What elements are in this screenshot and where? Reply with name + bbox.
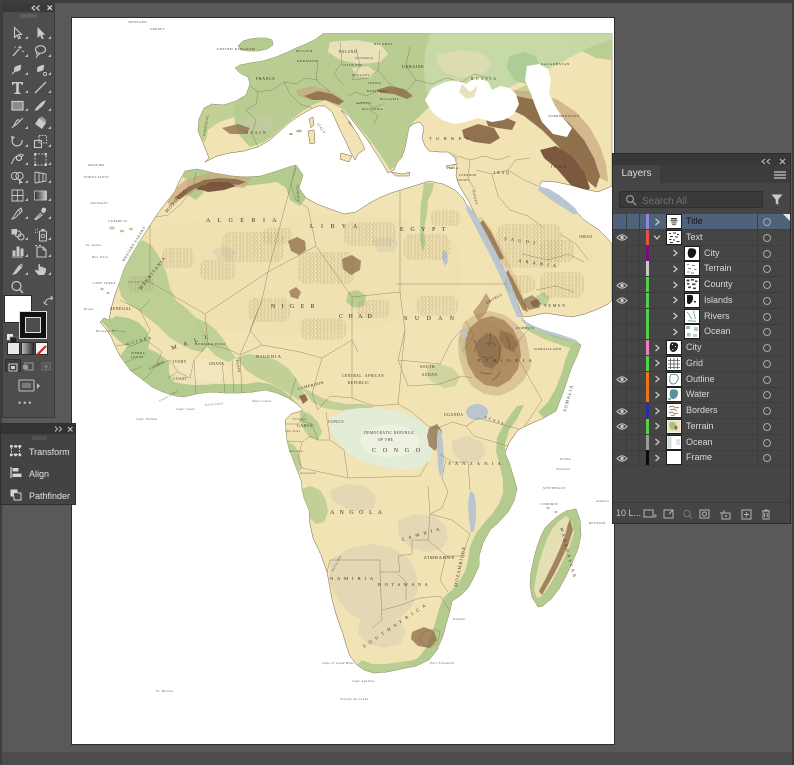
svg-text:CZECH REP.: CZECH REP. bbox=[342, 64, 363, 67]
svg-text:St. Helena: St. Helena bbox=[156, 689, 173, 693]
svg-text:Durban: Durban bbox=[452, 617, 465, 621]
svg-text:CAPE VERDE: CAPE VERDE bbox=[93, 281, 116, 285]
svg-text:SOUTH: SOUTH bbox=[420, 365, 435, 369]
svg-text:Cape Coast: Cape Coast bbox=[176, 407, 195, 411]
svg-text:ISRAEL: ISRAEL bbox=[457, 179, 470, 182]
svg-text:CANARY IS.: CANARY IS. bbox=[108, 219, 128, 223]
svg-text:Port Elizabeth: Port Elizabeth bbox=[429, 661, 454, 665]
svg-text:FRANCE: FRANCE bbox=[256, 76, 275, 81]
svg-text:Cape of Good Hope: Cape of Good Hope bbox=[322, 661, 355, 665]
svg-text:SEYCHELLES: SEYCHELLES bbox=[543, 486, 566, 490]
svg-text:KAZAKHSTAN: KAZAKHSTAN bbox=[541, 62, 570, 66]
svg-text:Gold Coast: Gold Coast bbox=[205, 401, 224, 407]
svg-text:DJIBOUTI: DJIBOUTI bbox=[516, 326, 534, 330]
svg-text:Ascension: Ascension bbox=[299, 471, 317, 475]
svg-text:COAST: COAST bbox=[173, 377, 188, 381]
svg-text:S P A I N: S P A I N bbox=[246, 130, 266, 135]
svg-text:GABON: GABON bbox=[297, 424, 313, 428]
svg-text:UKRAINE: UKRAINE bbox=[402, 64, 424, 69]
svg-text:I R A N: I R A N bbox=[551, 165, 566, 169]
svg-text:Brava: Brava bbox=[84, 307, 94, 311]
svg-text:N I G E R: N I G E R bbox=[271, 304, 317, 310]
svg-text:BELGIUM: BELGIUM bbox=[296, 50, 313, 53]
svg-text:Pemba: Pemba bbox=[559, 457, 571, 461]
svg-text:SUDAN: SUDAN bbox=[422, 373, 438, 377]
svg-text:OMAN: OMAN bbox=[579, 235, 593, 239]
svg-text:OF THE: OF THE bbox=[378, 438, 394, 442]
svg-text:GHANA: GHANA bbox=[209, 362, 224, 366]
svg-text:ITALY: ITALY bbox=[316, 122, 326, 135]
svg-text:BURKINA FASO: BURKINA FASO bbox=[195, 342, 226, 346]
svg-text:BELARUS: BELARUS bbox=[374, 42, 393, 46]
svg-text:Zanzibar: Zanzibar bbox=[556, 467, 571, 471]
svg-text:I R A Q: I R A Q bbox=[494, 171, 509, 175]
svg-text:Aldabra: Aldabra bbox=[595, 499, 609, 503]
svg-text:E G Y P T: E G Y P T bbox=[400, 227, 448, 233]
svg-text:N A M I B I A: N A M I B I A bbox=[330, 576, 375, 581]
svg-text:COMOROS: COMOROS bbox=[540, 502, 558, 506]
svg-text:Annobon: Annobon bbox=[288, 449, 303, 453]
svg-text:SOMALILAND: SOMALILAND bbox=[534, 347, 561, 351]
svg-text:ORKNEY: ORKNEY bbox=[150, 27, 165, 31]
svg-text:UNITED KINGDOM: UNITED KINGDOM bbox=[217, 47, 255, 51]
svg-text:PORTO SANTO: PORTO SANTO bbox=[83, 175, 109, 179]
svg-text:C H A D: C H A D bbox=[339, 314, 374, 320]
svg-text:DEMOCRATIC REPUBLIC: DEMOCRATIC REPUBLIC bbox=[364, 431, 415, 435]
svg-text:SYRIA: SYRIA bbox=[446, 166, 459, 170]
svg-text:A L G E R I A: A L G E R I A bbox=[206, 218, 279, 224]
svg-text:T U R K E Y: T U R K E Y bbox=[429, 136, 471, 141]
svg-text:MADEIRA: MADEIRA bbox=[87, 163, 105, 167]
svg-text:TURKMENISTAN: TURKMENISTAN bbox=[548, 114, 580, 118]
svg-text:B O T S W A N A: B O T S W A N A bbox=[378, 582, 429, 587]
svg-text:MACEDONIA: MACEDONIA bbox=[362, 108, 383, 111]
svg-text:CENTRAL AFRICAN: CENTRAL AFRICAN bbox=[342, 374, 384, 378]
svg-text:LEBANON: LEBANON bbox=[459, 173, 477, 177]
svg-text:T A N Z A N I A: T A N Z A N I A bbox=[448, 461, 502, 466]
svg-text:R U S S I A: R U S S I A bbox=[471, 76, 497, 81]
svg-text:ALBANIA: ALBANIA bbox=[356, 102, 372, 105]
svg-text:SHETLAND: SHETLAND bbox=[128, 20, 147, 24]
svg-text:NIGERIA: NIGERIA bbox=[256, 354, 282, 359]
svg-text:A N G O L A: A N G O L A bbox=[330, 510, 384, 516]
svg-text:Bissagos Is.: Bissagos Is. bbox=[96, 329, 116, 333]
svg-text:C O N G O: C O N G O bbox=[372, 448, 423, 454]
svg-text:LEONE: LEONE bbox=[131, 355, 144, 359]
svg-text:ROMANIA: ROMANIA bbox=[367, 89, 387, 93]
svg-text:E T H I O P I A: E T H I O P I A bbox=[478, 358, 534, 363]
svg-text:L I B Y A: L I B Y A bbox=[310, 224, 360, 230]
svg-text:St. Antao: St. Antao bbox=[86, 243, 101, 247]
svg-text:Slave Coast: Slave Coast bbox=[252, 399, 272, 403]
svg-text:IVORY: IVORY bbox=[173, 360, 187, 364]
svg-text:POLAND: POLAND bbox=[339, 50, 357, 54]
svg-text:UGANDA: UGANDA bbox=[444, 413, 463, 417]
svg-text:CONGO: CONGO bbox=[328, 420, 344, 424]
svg-text:S U D A N: S U D A N bbox=[404, 316, 457, 322]
svg-text:SERBIA: SERBIA bbox=[368, 82, 382, 85]
svg-text:Principe: Principe bbox=[292, 417, 307, 421]
svg-text:Y E M E N: Y E M E N bbox=[544, 304, 566, 308]
svg-text:Tristan da Cunha: Tristan da Cunha bbox=[340, 697, 369, 701]
svg-text:SALVAGES: SALVAGES bbox=[90, 201, 108, 205]
svg-text:Boa Vista: Boa Vista bbox=[92, 255, 108, 259]
svg-text:Cape Agulhas: Cape Agulhas bbox=[352, 679, 375, 683]
svg-text:ZIMBABWE: ZIMBABWE bbox=[424, 555, 455, 560]
svg-text:SENEGAL: SENEGAL bbox=[110, 306, 132, 311]
svg-text:Sao Tome: Sao Tome bbox=[285, 429, 301, 433]
svg-text:Cape Palmas: Cape Palmas bbox=[136, 417, 158, 421]
svg-text:BULGARIA: BULGARIA bbox=[380, 98, 399, 101]
svg-text:SLOVAKIA: SLOVAKIA bbox=[355, 57, 374, 60]
svg-text:REUNION: REUNION bbox=[588, 521, 606, 525]
svg-text:GERMANY: GERMANY bbox=[297, 59, 318, 63]
svg-text:HUNGARY: HUNGARY bbox=[352, 74, 370, 77]
svg-text:REPUBLIC: REPUBLIC bbox=[348, 381, 369, 385]
